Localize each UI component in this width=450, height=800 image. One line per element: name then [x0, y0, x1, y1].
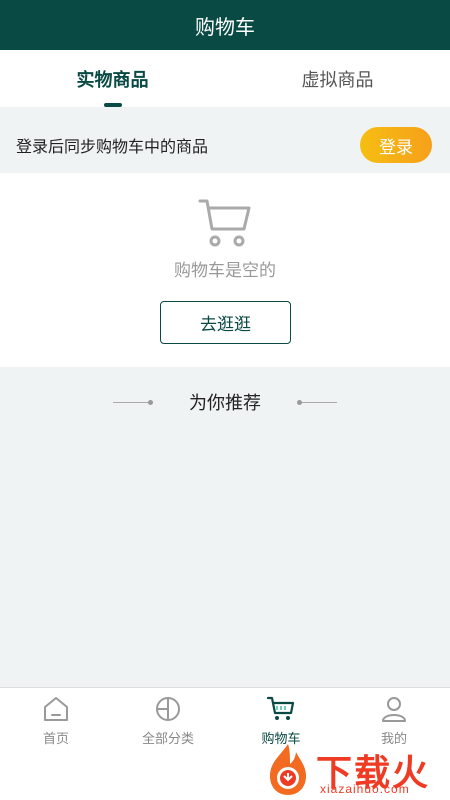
- tabbar-item-cart[interactable]: 购物车: [225, 694, 337, 747]
- divider-right: [297, 399, 337, 405]
- cart-icon: [266, 696, 295, 720]
- recommend-section-header: 为你推荐: [0, 388, 450, 416]
- login-hint-text: 登录后同步购物车中的商品: [16, 139, 209, 156]
- login-sync-bar: 登录后同步购物车中的商品 登录: [0, 117, 450, 173]
- cart-type-tabs: 实物商品 虚拟商品: [0, 50, 450, 107]
- empty-cart-text: 购物车是空的: [174, 261, 276, 280]
- watermark-url: xiazaihuo.com: [320, 782, 410, 796]
- home-icon: [44, 697, 68, 721]
- watermark-logo-icon: [270, 744, 306, 795]
- category-icon: [156, 697, 180, 721]
- browse-button[interactable]: 去逛逛: [160, 301, 291, 344]
- app-header: 购物车: [0, 0, 450, 50]
- tab-virtual-goods[interactable]: 虚拟商品: [225, 50, 450, 107]
- tabbar-item-category[interactable]: 全部分类: [112, 694, 224, 747]
- tabbar-label-category: 全部分类: [141, 731, 194, 746]
- divider-left: [113, 399, 153, 405]
- cart-icon: [198, 199, 251, 247]
- page-title: 购物车: [195, 16, 255, 39]
- recommend-title: 为你推荐: [189, 393, 261, 413]
- tabbar-item-home[interactable]: 首页: [0, 694, 112, 747]
- tabbar-item-mine[interactable]: 我的: [338, 694, 450, 747]
- tab-physical-goods[interactable]: 实物商品: [0, 50, 225, 107]
- user-icon: [382, 697, 406, 722]
- empty-cart-panel: 购物车是空的 去逛逛: [0, 173, 450, 367]
- watermark: 下载火 xiazaihuo.com: [262, 742, 448, 796]
- tabbar-label-home: 首页: [42, 731, 69, 746]
- login-button[interactable]: 登录: [360, 127, 432, 163]
